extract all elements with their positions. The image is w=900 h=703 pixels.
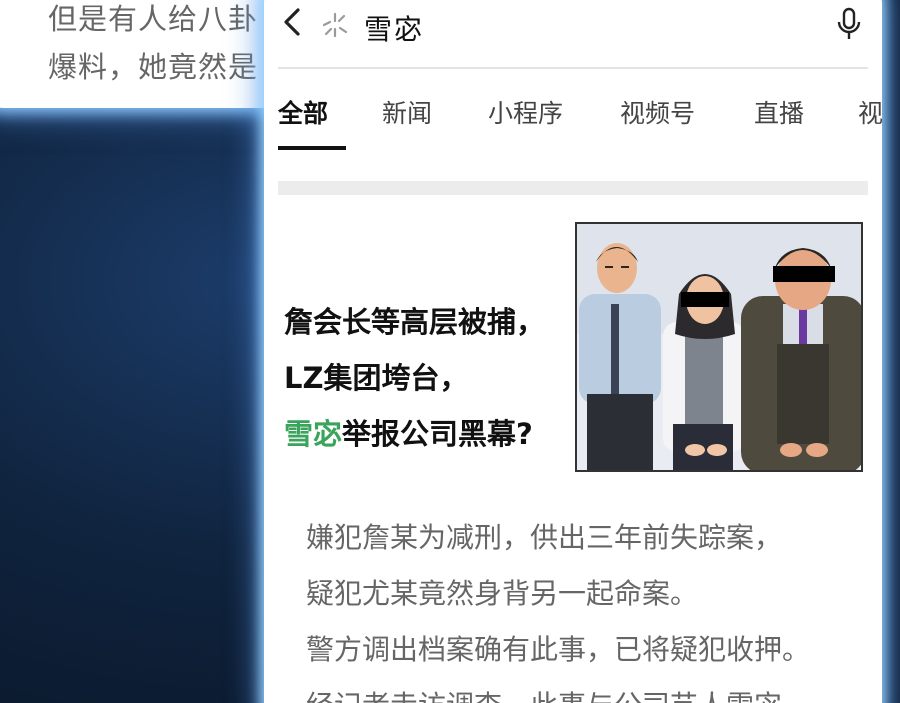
headline-line-3: 雪宓举报公司黑幕?	[284, 406, 584, 462]
search-bar-divider	[278, 67, 868, 69]
search-bar[interactable]: 雪宓	[264, 0, 882, 70]
phone-search-screen: 雪宓 全部 新闻 小程序 视频号 直播 视 詹会长等高层被捕， LZ集团垮台， …	[264, 0, 882, 703]
comic-illustration	[577, 224, 861, 470]
body-line-4: 经记者走访调查，此事与公司艺人雪宓	[306, 678, 876, 703]
background-chat-card: 但是有人给八卦 爆料，她竟然是	[0, 0, 300, 108]
headline-line-3-rest: 举报公司黑幕?	[342, 417, 533, 451]
background-card-line-1: 但是有人给八卦	[48, 2, 259, 36]
headline-line-1: 詹会长等高层被捕，	[284, 305, 546, 339]
tab-all[interactable]: 全部	[278, 94, 328, 130]
article-headline[interactable]: 詹会长等高层被捕， LZ集团垮台， 雪宓举报公司黑幕?	[284, 294, 584, 462]
body-line-1: 嫌犯詹某为减刑，供出三年前失踪案，	[306, 521, 783, 554]
tab-mini-programs[interactable]: 小程序	[488, 94, 563, 130]
background-card-line-2-text: 爆料，她竟然是	[48, 50, 259, 84]
search-tabs: 全部 新闻 小程序 视频号 直播 视	[278, 94, 882, 154]
chevron-left-icon[interactable]	[278, 2, 308, 42]
search-query-text[interactable]: 雪宓	[364, 8, 424, 48]
tab-live[interactable]: 直播	[754, 94, 804, 130]
tab-more-partial[interactable]: 视	[858, 94, 882, 130]
section-separator	[278, 181, 868, 195]
active-tab-indicator	[278, 146, 346, 150]
background-card-line-2: 爆料，她竟然是	[48, 44, 258, 86]
tab-channels[interactable]: 视频号	[620, 94, 695, 130]
headline-line-2: LZ集团垮台，	[284, 361, 469, 395]
microphone-icon[interactable]	[834, 6, 864, 44]
sparkle-icon	[322, 12, 348, 38]
body-line-3: 警方调出档案确有此事，已将疑犯收押。	[306, 633, 811, 666]
article-thumbnail[interactable]	[575, 222, 863, 472]
body-line-2: 疑犯尤某竟然身背另一起命案。	[306, 577, 699, 610]
article-body[interactable]: 嫌犯詹某为减刑，供出三年前失踪案， 疑犯尤某竟然身背另一起命案。 警方调出档案确…	[306, 510, 876, 703]
headline-highlight-name: 雪宓	[284, 417, 343, 451]
tab-news[interactable]: 新闻	[382, 94, 432, 130]
